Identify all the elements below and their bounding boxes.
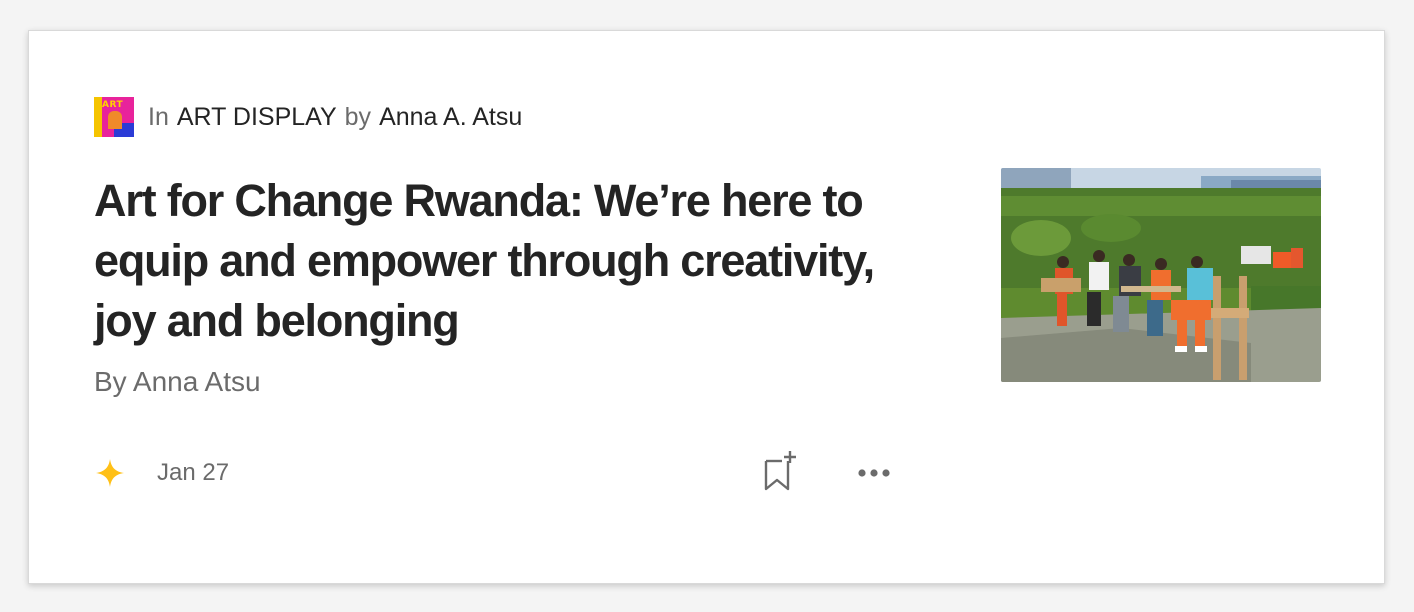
publication-name-link[interactable]: ART DISPLAY bbox=[177, 103, 337, 132]
by-label: by bbox=[344, 102, 372, 131]
story-thumbnail[interactable] bbox=[1001, 168, 1321, 382]
author-name-link[interactable]: Anna A. Atsu bbox=[379, 103, 522, 132]
story-footer: Jan 27 bbox=[94, 451, 894, 493]
story-title[interactable]: Art for Change Rwanda: We’re here to equ… bbox=[94, 171, 914, 351]
sparkle-star-icon bbox=[96, 459, 124, 487]
in-label: In bbox=[148, 102, 169, 131]
story-subtitle[interactable]: By Anna Atsu bbox=[94, 366, 261, 398]
story-meta: ART In ART DISPLAY by Anna A. Atsu bbox=[94, 97, 522, 137]
publication-avatar[interactable]: ART bbox=[94, 97, 134, 137]
bookmark-add-icon[interactable] bbox=[762, 447, 804, 493]
more-horizontal-icon[interactable] bbox=[856, 457, 892, 489]
story-card[interactable]: ART In ART DISPLAY by Anna A. Atsu Art f… bbox=[28, 30, 1385, 584]
publication-avatar-text: ART bbox=[102, 100, 124, 110]
publish-date: Jan 27 bbox=[157, 459, 230, 486]
